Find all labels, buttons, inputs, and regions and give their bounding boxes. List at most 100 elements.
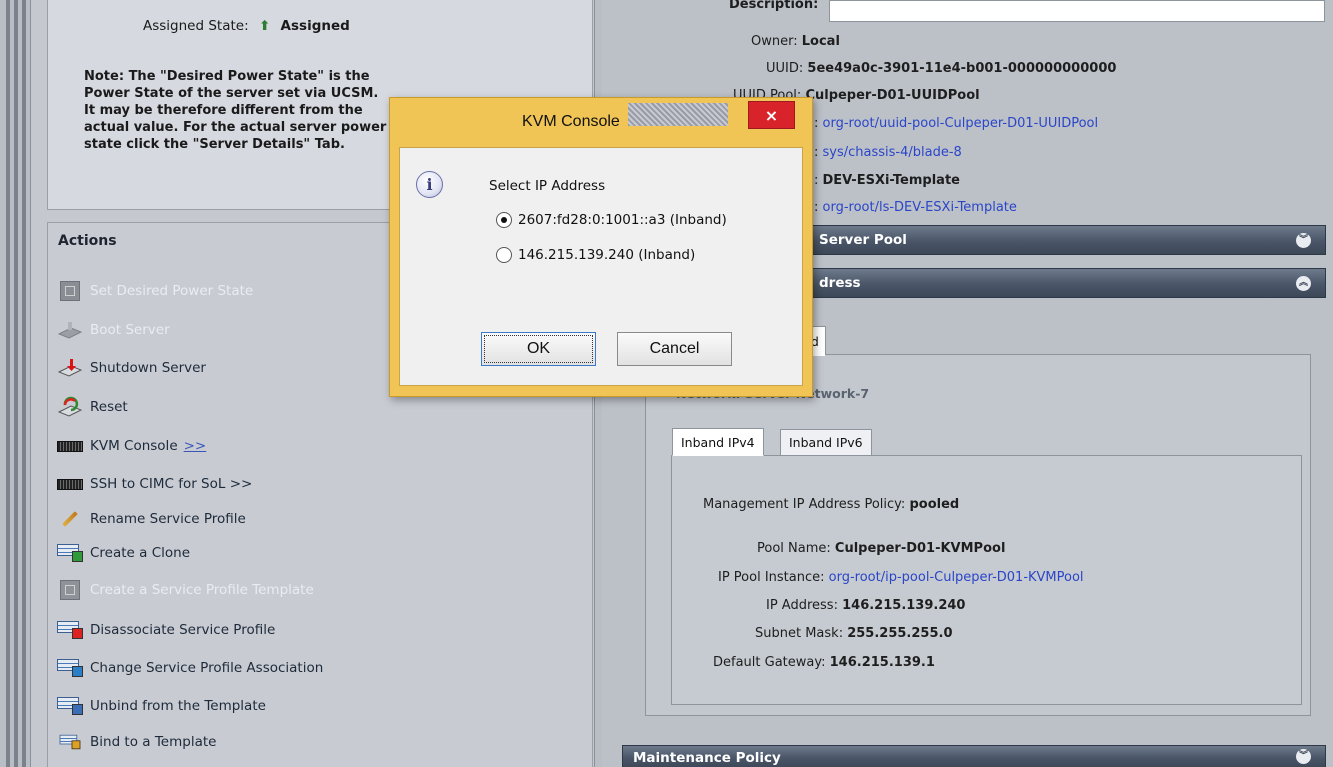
ip-address-label: IP Address:: [766, 598, 838, 613]
unbind-icon: [56, 695, 84, 717]
server-pool-title: Server Pool: [819, 232, 907, 248]
window-border: [22, 0, 26, 767]
action-create-service-profile-template[interactable]: Create a Service Profile Template: [56, 578, 314, 602]
owner-label: Owner:: [751, 34, 798, 49]
action-label: Create a Service Profile Template: [90, 582, 314, 598]
mgmt-ip-policy-row: Management IP Address Policy: pooled: [703, 497, 959, 512]
action-reset[interactable]: Reset: [56, 395, 128, 419]
dialog-title: KVM Console: [522, 113, 620, 130]
action-label: KVM Console: [90, 438, 178, 454]
assigned-state-row: Assigned State: ⬆ Assigned: [143, 18, 350, 34]
mgmt-ip-policy-label: Management IP Address Policy:: [703, 497, 906, 512]
actions-title: Actions: [58, 233, 117, 249]
ssh-icon: [56, 473, 84, 495]
owner-row: Owner: Local: [751, 34, 840, 49]
default-gateway-label: Default Gateway:: [713, 655, 826, 670]
management-ip-title: dress: [819, 275, 861, 291]
associated-server-link[interactable]: sys/chassis-4/blade-8: [823, 145, 962, 160]
ip-pool-instance-link[interactable]: org-root/ip-pool-Culpeper-D01-KVMPool: [829, 570, 1084, 585]
window-border: [14, 0, 18, 767]
action-label: Create a Clone: [90, 545, 191, 561]
action-label: Reset: [90, 399, 128, 415]
radio-button[interactable]: [496, 247, 512, 263]
title-bar-obscured-region: [628, 103, 728, 126]
action-label: Unbind from the Template: [90, 698, 266, 714]
pool-name-row: Pool Name: Culpeper-D01-KVMPool: [757, 541, 1005, 556]
action-change-service-profile-association[interactable]: Change Service Profile Association: [56, 656, 323, 680]
owner-value: Local: [801, 34, 840, 49]
action-label: Bind to a Template: [90, 734, 217, 750]
subnet-mask-row: Subnet Mask: 255.255.255.0: [755, 626, 953, 641]
window-border: [6, 0, 10, 767]
uuid-pool-instance-row: : org-root/uuid-pool-Culpeper-D01-UUIDPo…: [814, 116, 1099, 131]
up-arrow-icon: ⬆: [258, 18, 271, 34]
tab-inband-ipv4[interactable]: Inband IPv4: [672, 428, 764, 456]
action-ssh-to-cimc[interactable]: SSH to CIMC for SoL >>: [56, 472, 252, 496]
subnet-mask-label: Subnet Mask:: [755, 626, 844, 641]
close-button[interactable]: ×: [748, 101, 795, 129]
disassociate-icon: [56, 619, 84, 641]
template-name-value: DEV-ESXi-Template: [822, 173, 960, 188]
note-line: Note: The "Desired Power State" is the: [84, 69, 370, 84]
tab-inband-ipv6[interactable]: Inband IPv6: [780, 429, 872, 456]
ip-address-row: IP Address: 146.215.139.240: [766, 598, 965, 613]
power-state-icon: [56, 280, 84, 302]
ip-option-label: 2607:fd28:0:1001::a3 (Inband): [518, 212, 727, 228]
action-label: Boot Server: [90, 322, 170, 338]
action-disassociate-service-profile[interactable]: Disassociate Service Profile: [56, 618, 275, 642]
chevron-down-icon[interactable]: ︾: [1296, 233, 1311, 248]
subnet-mask-value: 255.255.255.0: [847, 626, 953, 641]
template-icon: [56, 579, 84, 601]
mgmt-ip-policy-value: pooled: [909, 497, 960, 512]
dialog-body: i Select IP Address 2607:fd28:0:1001::a3…: [399, 147, 803, 386]
ip-option-ipv4[interactable]: 146.215.139.240 (Inband): [496, 245, 695, 265]
description-label: Description:: [729, 0, 819, 12]
shutdown-server-icon: [56, 357, 84, 379]
pencil-icon: [56, 508, 84, 530]
maintenance-policy-section-bar[interactable]: Maintenance Policy ︾: [622, 745, 1326, 767]
action-bind-to-template[interactable]: Bind to a Template: [56, 730, 216, 754]
description-field[interactable]: [829, 0, 1325, 22]
info-icon: i: [416, 171, 443, 198]
reset-icon: [56, 396, 84, 418]
clone-icon: [56, 542, 84, 564]
cancel-label: Cancel: [649, 340, 700, 357]
ok-label: OK: [526, 340, 551, 357]
chevron-up-icon[interactable]: ︽: [1296, 276, 1311, 291]
ok-button[interactable]: OK: [481, 332, 596, 366]
bind-icon: [56, 731, 84, 753]
default-gateway-value: 146.215.139.1: [829, 655, 935, 670]
action-unbind-from-template[interactable]: Unbind from the Template: [56, 694, 266, 718]
ip-option-ipv6[interactable]: 2607:fd28:0:1001::a3 (Inband): [496, 210, 727, 230]
radio-button-selected[interactable]: [496, 212, 512, 228]
kvm-console-launch-link[interactable]: >>: [184, 438, 207, 454]
uuid-row: UUID: 5ee49a0c-3901-11e4-b001-0000000000…: [766, 61, 1116, 76]
action-boot-server[interactable]: Boot Server: [56, 318, 170, 342]
kvm-console-dialog: KVM Console × i Select IP Address 2607:f…: [389, 97, 813, 397]
ip-address-value: 146.215.139.240: [842, 598, 966, 613]
uuid-pool-value: Culpeper-D01-UUIDPool: [805, 88, 980, 103]
template-instance-row: : org-root/ls-DEV-ESXi-Template: [814, 200, 1017, 215]
action-label: SSH to CIMC for SoL >>: [90, 476, 253, 492]
chevron-down-icon[interactable]: ︾: [1296, 749, 1311, 764]
tab-label: Inband IPv6: [789, 435, 863, 450]
pool-name-value: Culpeper-D01-KVMPool: [834, 541, 1006, 556]
action-shutdown-server[interactable]: Shutdown Server: [56, 356, 206, 380]
template-instance-link[interactable]: org-root/ls-DEV-ESXi-Template: [823, 200, 1017, 215]
action-label: Disassociate Service Profile: [90, 622, 276, 638]
action-label: Rename Service Profile: [90, 511, 246, 527]
action-rename-service-profile[interactable]: Rename Service Profile: [56, 507, 246, 531]
close-icon: ×: [764, 105, 779, 125]
action-kvm-console[interactable]: KVM Console >>: [56, 434, 206, 458]
change-association-icon: [56, 657, 84, 679]
action-create-clone[interactable]: Create a Clone: [56, 541, 190, 565]
action-set-desired-power-state[interactable]: Set Desired Power State: [56, 279, 253, 303]
action-label: Change Service Profile Association: [90, 660, 324, 676]
kvm-console-icon: [56, 435, 84, 457]
assigned-state-label: Assigned State:: [143, 18, 249, 34]
uuid-pool-instance-link[interactable]: org-root/uuid-pool-Culpeper-D01-UUIDPool: [823, 116, 1099, 131]
boot-server-icon: [56, 319, 84, 341]
cancel-button[interactable]: Cancel: [617, 332, 732, 366]
associated-server-row: : sys/chassis-4/blade-8: [814, 145, 962, 160]
uuid-value: 5ee49a0c-3901-11e4-b001-000000000000: [807, 61, 1117, 76]
